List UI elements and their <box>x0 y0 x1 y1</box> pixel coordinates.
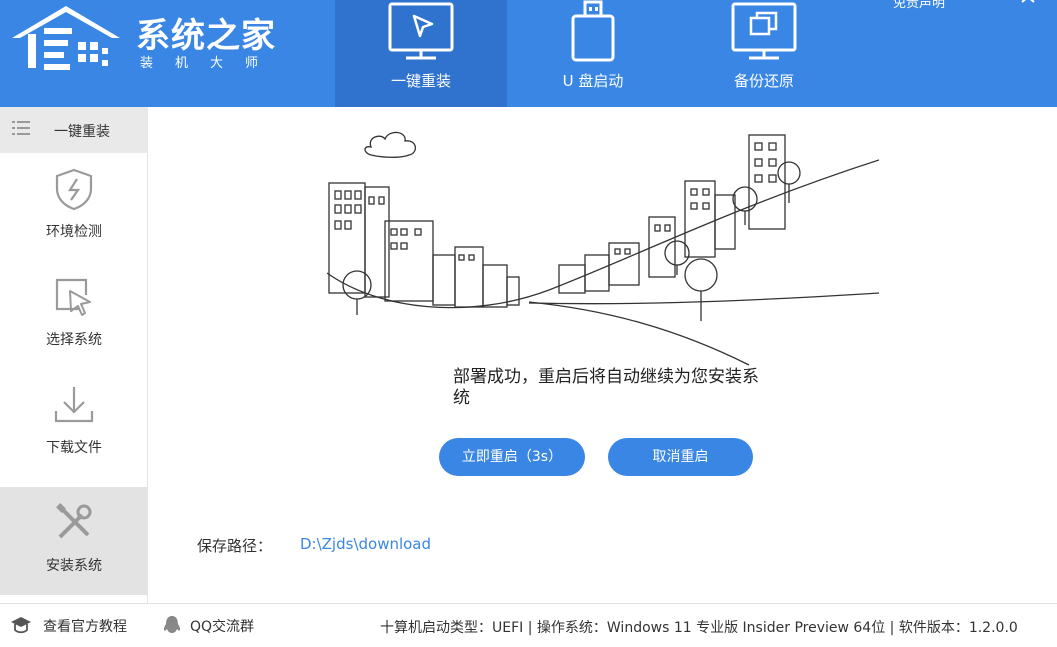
sidebar-header: 一键重装 <box>0 107 148 153</box>
sidebar-item-download-files[interactable]: 下载文件 <box>0 369 148 477</box>
deploy-success-message: 部署成功，重启后将自动继续为您安装系统 <box>453 367 759 408</box>
sidebar-item-install-system[interactable]: 安装系统 <box>0 487 148 595</box>
graduation-cap-icon <box>11 617 31 634</box>
tab-label: 一键重装 <box>390 72 451 90</box>
select-cursor-icon <box>55 278 91 316</box>
tab-usb-boot[interactable]: U 盘启动 <box>507 0 679 107</box>
shield-icon <box>55 168 93 211</box>
cursor-monitor-icon <box>388 2 454 60</box>
disclaimer-link[interactable]: 免责声明 <box>893 0 945 11</box>
qq-penguin-icon <box>163 616 181 633</box>
main-content: 部署成功，重启后将自动继续为您安装系统 立即重启（3s） 取消重启 保存路径： … <box>149 107 1057 603</box>
sidebar-item-label: 安装系统 <box>46 558 102 574</box>
tab-backup-restore[interactable]: 备份还原 <box>678 0 850 107</box>
save-path-label: 保存路径： <box>197 537 273 555</box>
reboot-now-button[interactable]: 立即重启（3s） <box>439 438 585 476</box>
header-bar: 系统之家 装机大师 一键重装 U 盘启动 备份还原 免责声明 <box>0 0 1057 107</box>
cancel-reboot-button[interactable]: 取消重启 <box>608 438 753 476</box>
tab-label: 备份还原 <box>733 72 794 90</box>
close-icon[interactable] <box>1020 0 1036 6</box>
download-icon <box>54 387 94 423</box>
official-tutorial-link[interactable]: 查看官方教程 <box>43 616 127 636</box>
usb-drive-icon <box>571 0 615 62</box>
system-info-status: 十算机启动类型：UEFI | 操作系统：Windows 11 专业版 Insid… <box>380 620 1018 636</box>
sidebar-item-select-system[interactable]: 选择系统 <box>0 261 148 369</box>
sidebar-item-label: 环境检测 <box>46 224 102 240</box>
backup-monitor-icon <box>731 2 797 60</box>
tab-one-click-reinstall[interactable]: 一键重装 <box>335 0 507 107</box>
app-logo: 系统之家 装机大师 <box>8 0 298 80</box>
sidebar-header-label: 一键重装 <box>54 124 110 140</box>
sidebar-item-label: 选择系统 <box>46 332 102 348</box>
qq-group-link[interactable]: QQ交流群 <box>190 616 254 636</box>
list-menu-icon <box>12 121 30 135</box>
sidebar: 一键重装 环境检测 选择系统 下载文件 安装系统 <box>0 107 148 603</box>
minimize-icon[interactable] <box>984 0 1000 6</box>
app-subtitle: 装机大师 <box>140 56 281 71</box>
house-logo-icon <box>12 6 120 70</box>
sidebar-item-label: 下载文件 <box>46 440 102 456</box>
tools-icon <box>56 503 92 539</box>
tab-label: U 盘启动 <box>562 72 624 90</box>
status-footer: 查看官方教程 QQ交流群 十算机启动类型：UEFI | 操作系统：Windows… <box>0 603 1057 647</box>
app-title: 系统之家 <box>136 16 276 56</box>
city-illustration <box>326 131 879 366</box>
save-path-link[interactable]: D:\Zjds\download <box>300 535 431 553</box>
sidebar-item-environment-check[interactable]: 环境检测 <box>0 153 148 261</box>
